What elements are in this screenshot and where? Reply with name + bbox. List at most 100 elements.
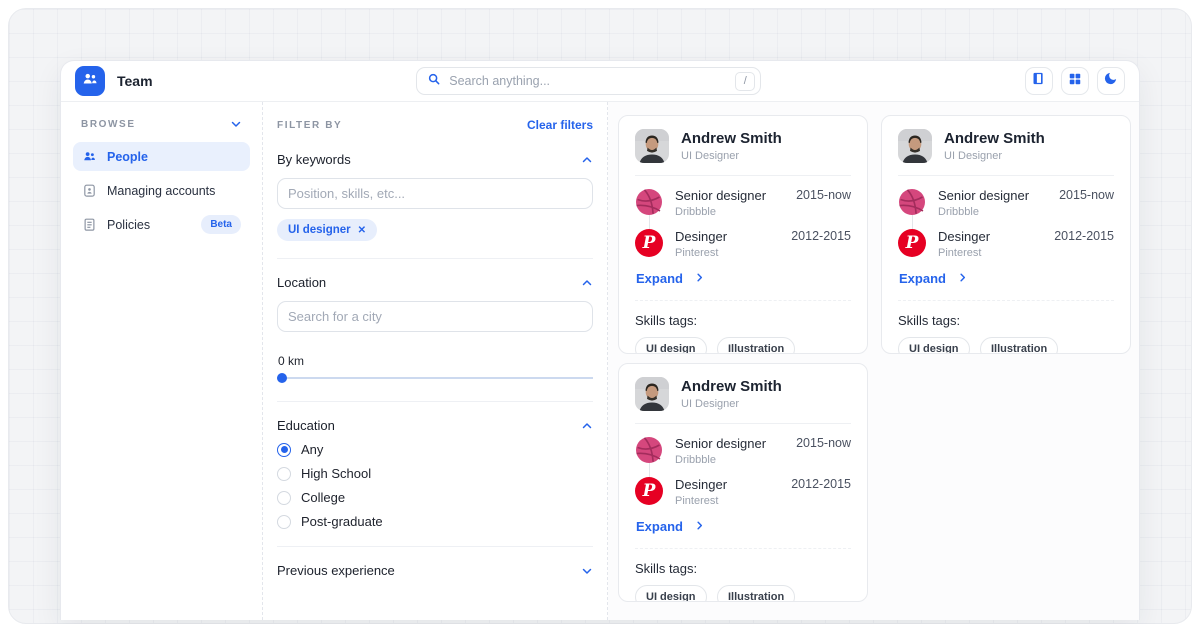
skills-label: Skills tags: <box>898 313 1114 328</box>
keywords-input[interactable] <box>277 178 593 209</box>
page-title: Team <box>117 73 153 89</box>
card-header: Andrew Smith UI Designer <box>898 129 1114 163</box>
sidebar-item-managing-accounts[interactable]: Managing accounts <box>73 176 250 205</box>
apps-grid-button[interactable] <box>1061 67 1089 95</box>
dribbble-icon <box>635 188 663 216</box>
card-identity: Andrew Smith UI Designer <box>681 378 782 410</box>
header-actions <box>1025 67 1125 95</box>
search-bar[interactable]: / <box>416 67 761 95</box>
slider-track <box>277 377 593 379</box>
keywords-section-header[interactable]: By keywords <box>277 152 593 167</box>
pinterest-icon: P <box>635 229 663 257</box>
radio-option-high-school[interactable]: High School <box>277 466 593 481</box>
keyword-tag[interactable]: UI designer ✕ <box>277 219 377 241</box>
search-input[interactable] <box>449 74 727 88</box>
city-search-input[interactable] <box>277 301 593 332</box>
app-logo <box>75 66 105 96</box>
experience-list: Senior designer Dribbble 2015-now P Desi… <box>898 188 1114 259</box>
dark-mode-button[interactable] <box>1097 67 1125 95</box>
radio-option-any[interactable]: Any <box>277 442 593 457</box>
clear-filters-link[interactable]: Clear filters <box>527 118 593 132</box>
experience-title: Desinger <box>675 229 727 244</box>
skill-tag[interactable]: Illustration <box>717 337 795 354</box>
dribbble-icon <box>635 436 663 464</box>
radio-selected-icon[interactable] <box>277 443 291 457</box>
experience-item: Senior designer Dribbble 2015-now <box>635 188 851 218</box>
experience-section-header[interactable]: Previous experience <box>277 563 593 578</box>
card-header: Andrew Smith UI Designer <box>635 377 851 411</box>
experience-text: Senior designer Dribbble <box>675 436 766 466</box>
divider <box>635 300 851 301</box>
experience-period: 2012-2015 <box>791 477 851 491</box>
dribbble-icon <box>898 188 926 216</box>
filter-panel: FILTER BY Clear filters By keywords UI d… <box>263 102 608 620</box>
skill-tag[interactable]: Illustration <box>980 337 1058 354</box>
person-card[interactable]: Andrew Smith UI Designer Senior designer… <box>881 115 1131 354</box>
skill-tag[interactable]: UI design <box>635 337 707 354</box>
chevron-down-icon <box>581 565 593 577</box>
experience-company: Dribbble <box>675 454 766 466</box>
skill-tag[interactable]: UI design <box>898 337 970 354</box>
skills-label: Skills tags: <box>635 313 851 328</box>
results-grid: Andrew Smith UI Designer Senior designer… <box>608 102 1139 620</box>
experience-text: Desinger Pinterest <box>675 229 727 259</box>
avatar <box>635 377 669 411</box>
card-identity: Andrew Smith UI Designer <box>681 130 782 162</box>
location-section-header[interactable]: Location <box>277 275 593 290</box>
experience-company: Pinterest <box>675 247 727 259</box>
skills-tags: UI design Illustration <box>635 337 851 354</box>
person-card[interactable]: Andrew Smith UI Designer Senior designer… <box>618 115 868 354</box>
remove-tag-icon[interactable]: ✕ <box>358 225 366 236</box>
filter-by-label: FILTER BY <box>277 120 342 131</box>
person-name: Andrew Smith <box>944 130 1045 147</box>
skill-tag[interactable]: Illustration <box>717 585 795 602</box>
expand-label: Expand <box>636 519 683 534</box>
sidebar-item-policies[interactable]: Policies Beta <box>73 210 250 239</box>
experience-period: 2012-2015 <box>791 229 851 243</box>
chevron-down-icon <box>230 118 242 130</box>
app-header: Team / <box>61 61 1139 102</box>
expand-button[interactable]: Expand <box>899 271 968 286</box>
chevron-up-icon <box>581 277 593 289</box>
experience-title: Desinger <box>938 229 990 244</box>
distance-slider[interactable] <box>277 372 593 384</box>
radio-option-post-graduate[interactable]: Post-graduate <box>277 514 593 529</box>
experience-list: Senior designer Dribbble 2015-now P Desi… <box>635 188 851 259</box>
radio-option-college[interactable]: College <box>277 490 593 505</box>
chevron-up-icon <box>581 420 593 432</box>
radio-icon[interactable] <box>277 491 291 505</box>
radio-icon[interactable] <box>277 467 291 481</box>
id-badge-icon <box>82 183 97 198</box>
moon-icon <box>1103 71 1118 91</box>
education-section-header[interactable]: Education <box>277 418 593 433</box>
browse-label: BROWSE <box>81 119 136 130</box>
divider <box>898 300 1114 301</box>
radio-option-label: High School <box>301 466 371 481</box>
expand-button[interactable]: Expand <box>636 519 705 534</box>
experience-company: Pinterest <box>938 247 990 259</box>
education-options: Any High School College Post-graduate <box>277 442 593 529</box>
expand-label: Expand <box>636 271 683 286</box>
chevron-right-icon <box>694 519 705 534</box>
experience-period: 2015-now <box>796 436 851 450</box>
expand-label: Expand <box>899 271 946 286</box>
experience-title: Senior designer <box>675 436 766 451</box>
experience-text: Desinger Pinterest <box>675 477 727 507</box>
slider-handle[interactable] <box>277 373 287 383</box>
search-icon <box>427 72 441 91</box>
person-card[interactable]: Andrew Smith UI Designer Senior designer… <box>618 363 868 602</box>
sidebar: BROWSE People Managing accounts <box>61 102 263 620</box>
skill-tag[interactable]: UI design <box>635 585 707 602</box>
browse-section-header[interactable]: BROWSE <box>73 118 250 130</box>
team-icon <box>81 70 99 93</box>
expand-button[interactable]: Expand <box>636 271 705 286</box>
sidebar-item-people[interactable]: People <box>73 142 250 171</box>
experience-period: 2012-2015 <box>1054 229 1114 243</box>
radio-icon[interactable] <box>277 515 291 529</box>
avatar <box>898 129 932 163</box>
bookmarks-button[interactable] <box>1025 67 1053 95</box>
keyword-tags: UI designer ✕ <box>277 219 593 241</box>
chevron-up-icon <box>581 154 593 166</box>
divider <box>635 175 851 176</box>
avatar <box>635 129 669 163</box>
